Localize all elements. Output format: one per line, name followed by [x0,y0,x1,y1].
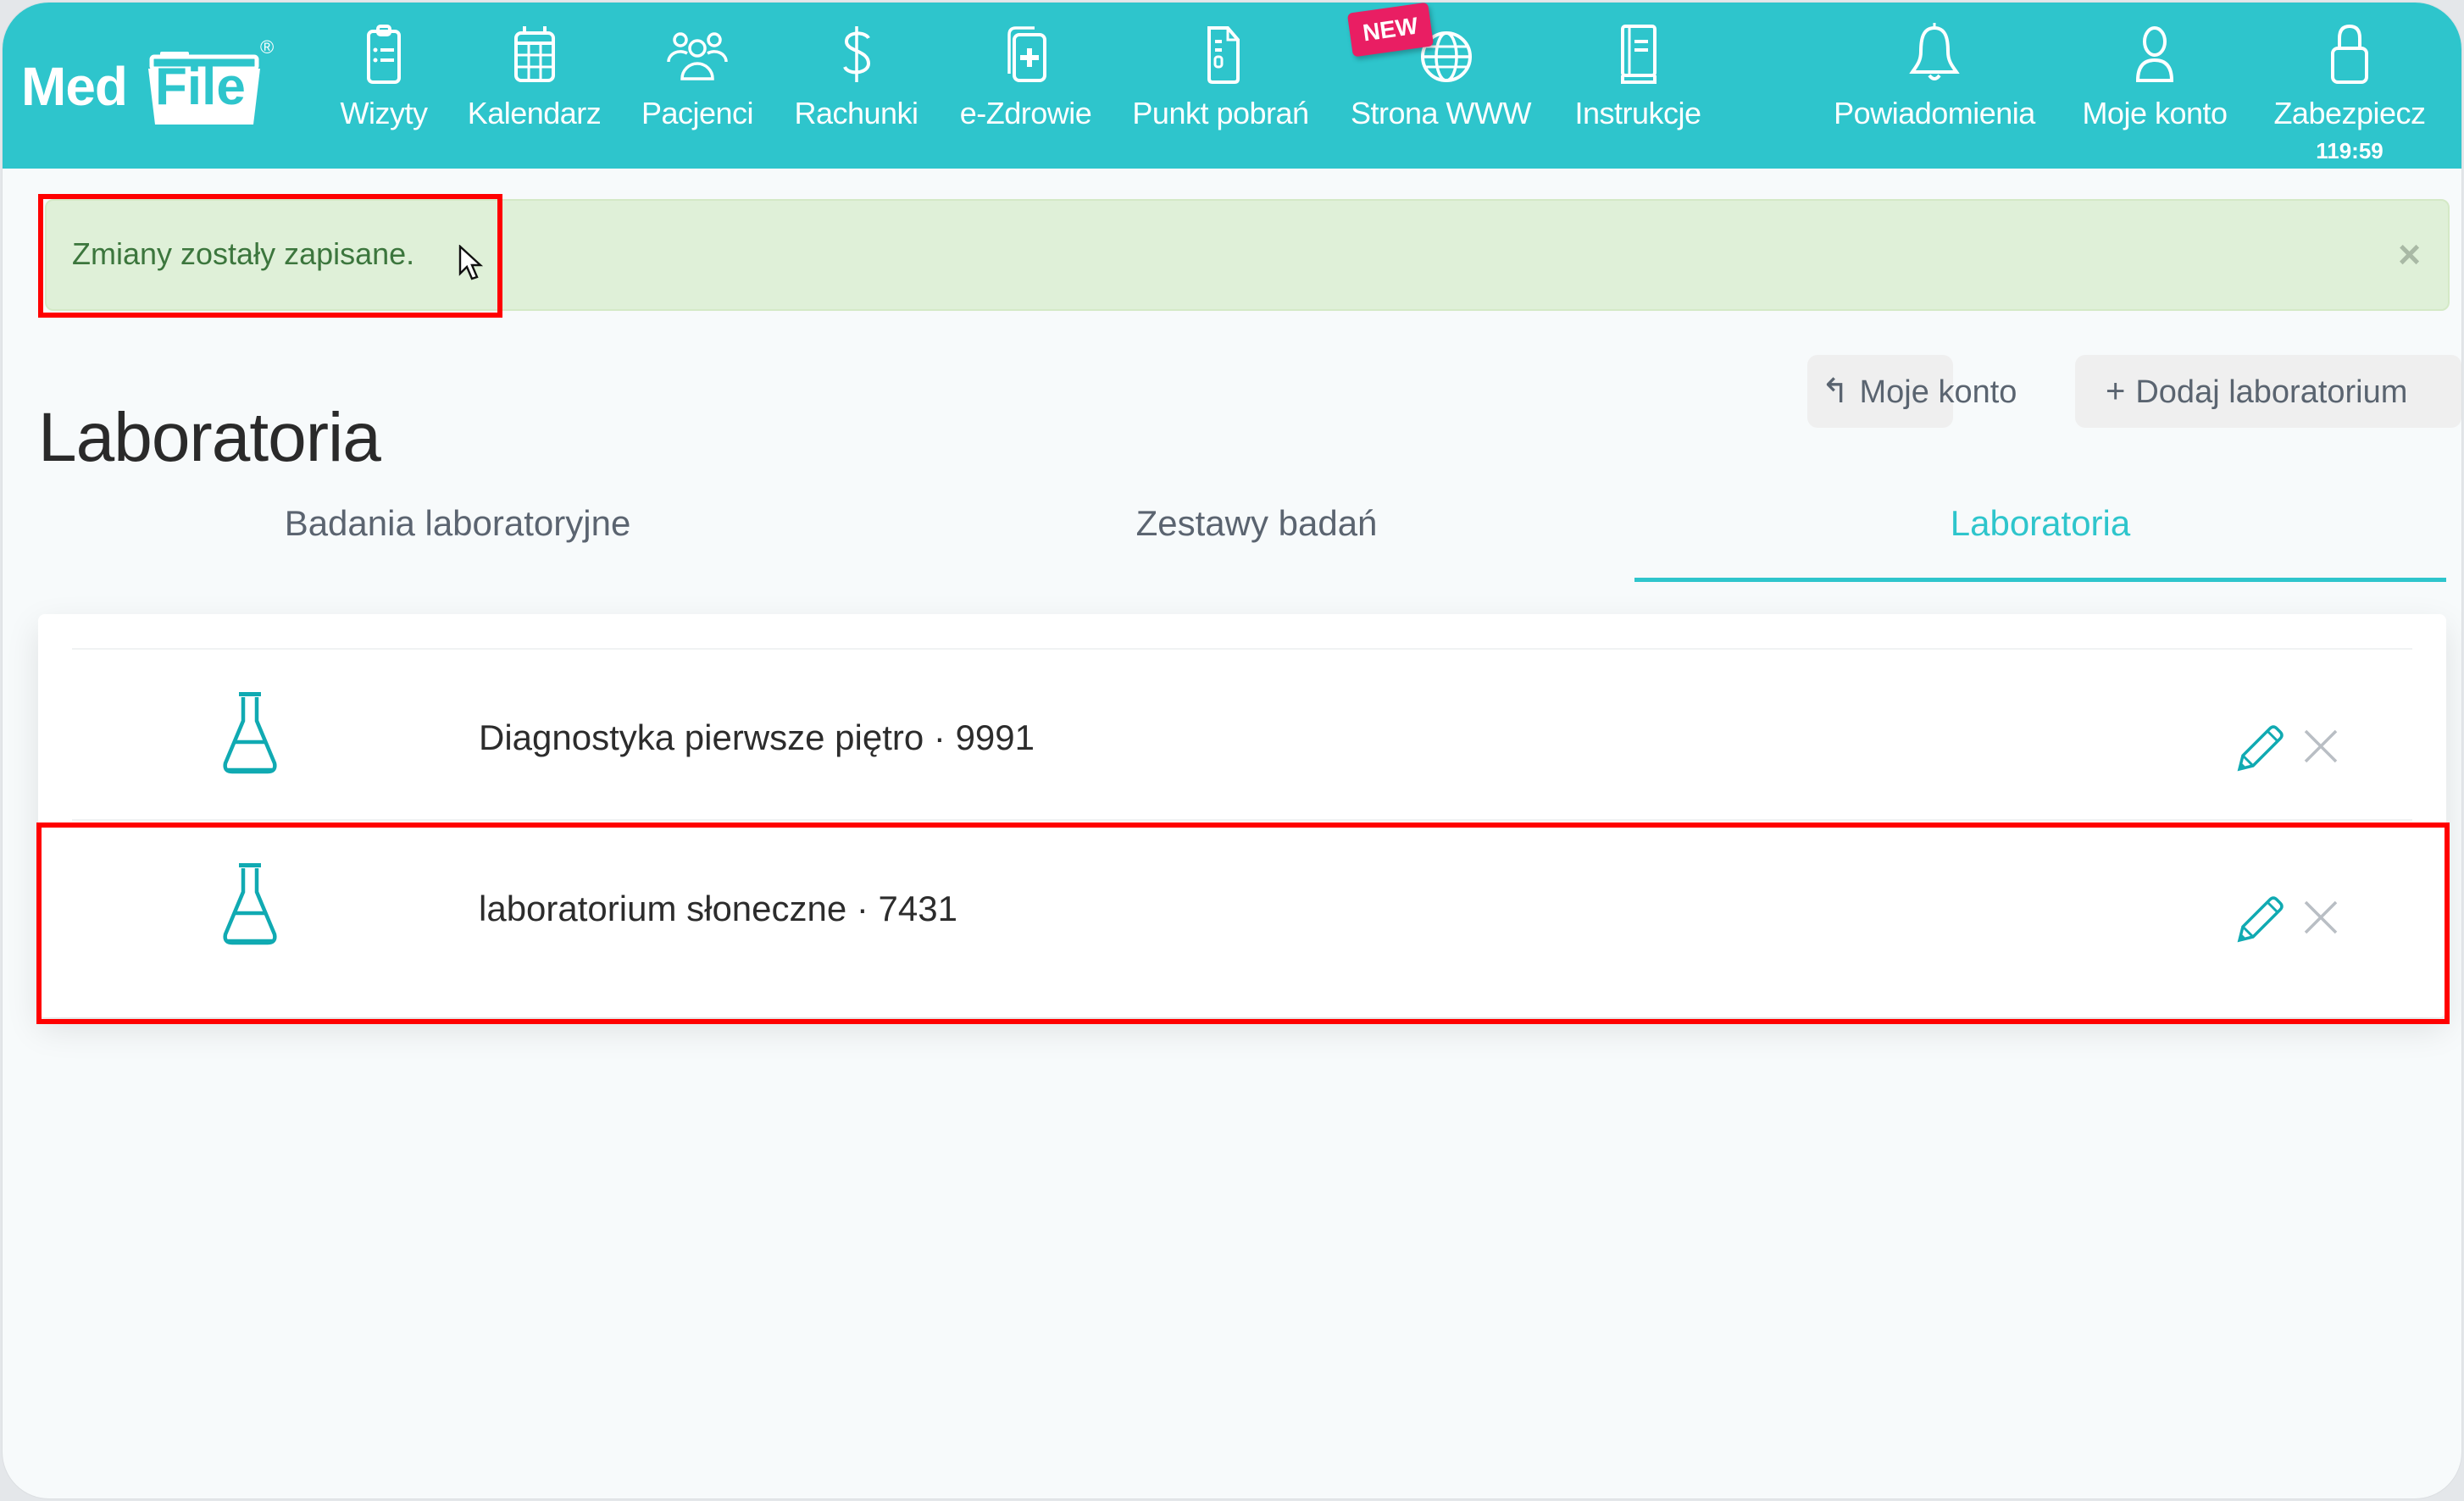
book-icon [1621,25,1657,84]
nav-e-zdrowie[interactable]: e-Zdrowie [947,3,1104,169]
nav-label: Rachunki [794,96,918,130]
document-icon [1207,26,1240,84]
nav-wizyty[interactable]: Wizyty [329,3,439,169]
nav-kalendarz[interactable]: Kalendarz [456,3,613,169]
alert-message: Zmiany zostały zapisane. [72,236,415,271]
nav-label: Pacjenci [641,96,754,130]
tab-zestawy-badan[interactable]: Zestawy badań [850,494,1663,582]
tab-badania-laboratoryjne[interactable]: Badania laboratoryjne [38,494,877,582]
delete-x-icon[interactable] [2300,726,2341,767]
nav-powiadomienia[interactable]: Powiadomienia [1816,3,2053,169]
app-window: Med File ® Wizyty Kalendarz Pacjenci Rac… [2,2,2462,1499]
laboratory-name: laboratorium słoneczne · 7431 [479,889,957,928]
active-tab-underline [1634,578,2446,582]
edit-pencil-icon[interactable] [2233,722,2284,773]
laboratory-name: Diagnostyka pierwsze piętro · 9991 [479,717,1035,757]
nav-moje-konto[interactable]: Moje konto [2070,3,2239,169]
back-arrow-icon: ↰ [1821,373,1850,410]
users-icon [667,32,728,80]
nav-label: Powiadomienia [1834,96,2035,130]
logo-file-text: File [155,58,246,116]
edit-pencil-icon[interactable] [2233,893,2284,944]
success-alert: Zmiany zostały zapisane. × [45,199,2450,311]
clipboard-list-icon [367,25,401,84]
tab-label: Badania laboratoryjne [284,503,631,543]
mouse-cursor-icon [458,245,484,280]
page-title: Laboratoria [38,398,381,476]
plus-icon: + [2106,373,2126,410]
flask-icon [223,863,277,945]
delete-x-icon[interactable] [2300,897,2341,938]
list-item[interactable]: Diagnostyka pierwsze piętro · 9991 [38,650,2446,821]
nav-label: Strona WWW [1350,96,1532,130]
medfile-logo[interactable]: Med File ® [21,36,275,130]
flask-icon [223,692,277,774]
user-icon [2135,26,2174,82]
medical-cards-icon [1007,26,1046,82]
session-timer: 119:59 [2316,138,2384,163]
nav-rachunki[interactable]: Rachunki [782,3,930,169]
tab-label: Laboratoria [1950,503,2131,543]
nav-label: Zabezpiecz [2273,96,2426,130]
lock-icon [2331,24,2368,84]
back-to-account-button[interactable]: ↰ Moje konto [1807,355,2017,428]
nav-label: Moje konto [2082,96,2228,130]
nav-punkt-pobran[interactable]: Punkt pobrań [1121,3,1320,169]
top-navigation-bar: Med File ® Wizyty Kalendarz Pacjenci Rac… [3,3,2461,169]
list-item[interactable]: laboratorium słoneczne · 7431 [38,821,2446,990]
nav-pacjenci[interactable]: Pacjenci [630,3,765,169]
nav-instrukcje[interactable]: Instrukcje [1562,3,1714,169]
dollar-icon [842,26,870,82]
tab-label: Zestawy badań [1135,503,1378,543]
add-button-label: Dodaj laboratorium [2135,374,2408,410]
laboratories-list: Diagnostyka pierwsze piętro · 9991 labor… [38,614,2446,1017]
nav-label: Instrukcje [1574,96,1701,130]
logo-med-text: Med [21,56,128,117]
registered-mark: ® [260,36,275,58]
bell-icon [1909,23,1960,80]
back-button-label: Moje konto [1859,374,2017,410]
nav-zabezpiecz[interactable]: Zabezpiecz 119:59 [2256,3,2443,169]
add-laboratory-button[interactable]: + Dodaj laboratorium [2075,355,2461,428]
calendar-icon [513,26,555,82]
nav-label: Punkt pobrań [1132,96,1309,130]
nav-label: Wizyty [340,96,428,130]
nav-label: Kalendarz [467,96,602,130]
nav-label: e-Zdrowie [959,96,1092,130]
alert-close-button[interactable]: × [2398,231,2421,277]
tab-laboratoria[interactable]: Laboratoria [1634,494,2446,582]
